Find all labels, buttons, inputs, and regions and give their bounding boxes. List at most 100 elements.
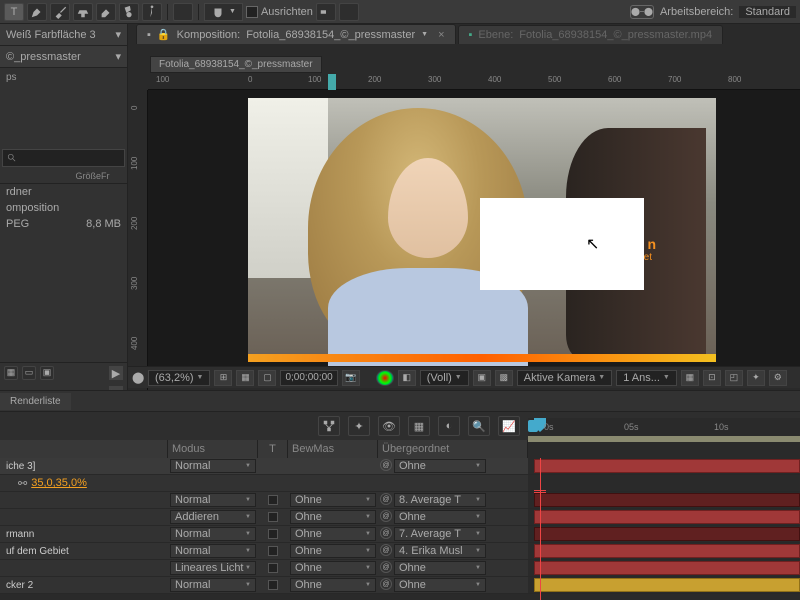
pickwhip-icon[interactable]: @ bbox=[380, 544, 392, 556]
comp-tab-inactive[interactable]: ▪ Ebene: Fotolia_68938154_©_pressmaster.… bbox=[458, 25, 724, 44]
preserve-transparency[interactable] bbox=[268, 563, 278, 573]
vf-btn-2[interactable]: ⊡ bbox=[703, 370, 721, 386]
align-checkbox[interactable] bbox=[246, 6, 258, 18]
eraser-tool[interactable] bbox=[96, 3, 116, 21]
mode-dropdown[interactable]: Normal▼ bbox=[170, 544, 256, 558]
mode-dropdown[interactable]: Normal▼ bbox=[170, 578, 256, 592]
pin-icon[interactable]: ▪ bbox=[147, 29, 151, 41]
pickwhip-icon[interactable]: @ bbox=[380, 578, 392, 590]
align-tool-2[interactable] bbox=[339, 3, 359, 21]
preserve-transparency[interactable] bbox=[268, 495, 278, 505]
vf-btn-3[interactable]: ◰ bbox=[725, 370, 743, 386]
channel-btn[interactable] bbox=[376, 370, 394, 386]
brainstorm-btn[interactable]: 🔍 bbox=[468, 416, 490, 436]
layer-bar[interactable] bbox=[534, 493, 800, 507]
new-comp-btn[interactable]: ▣ bbox=[40, 366, 54, 380]
comp-tab-active[interactable]: ▪ 🔒 Komposition: Fotolia_68938154_©_pres… bbox=[136, 24, 456, 44]
trkmat-dropdown[interactable]: Ohne▼ bbox=[290, 493, 376, 507]
vertical-ruler[interactable]: 0 100 200 300 400 bbox=[128, 90, 148, 390]
lock-icon[interactable]: 🔒 bbox=[157, 28, 171, 41]
col-trk[interactable]: BewMas bbox=[288, 440, 378, 458]
layer-bar[interactable] bbox=[534, 459, 800, 473]
layer-bar[interactable] bbox=[534, 578, 800, 592]
preserve-transparency[interactable] bbox=[268, 529, 278, 539]
align-tool-1[interactable] bbox=[316, 3, 336, 21]
workspace-value[interactable]: Standard bbox=[739, 6, 796, 18]
tab-dropdown[interactable]: ▼ bbox=[421, 31, 428, 38]
snapshot-btn[interactable]: 📷 bbox=[342, 370, 360, 386]
project-item[interactable]: PEG8,8 MB bbox=[0, 216, 127, 232]
puppet-tool[interactable] bbox=[142, 3, 162, 21]
preserve-transparency[interactable] bbox=[268, 546, 278, 556]
parent-dropdown[interactable]: Ohne▼ bbox=[394, 459, 486, 473]
scroll-right[interactable]: ▶ bbox=[109, 366, 123, 380]
layer-bar[interactable] bbox=[534, 544, 800, 558]
workarea-start[interactable] bbox=[528, 420, 538, 432]
camera-dropdown[interactable]: Aktive Kamera▼ bbox=[517, 370, 612, 386]
timeline-tracks[interactable] bbox=[528, 458, 800, 600]
shy-btn[interactable]: 👁 bbox=[378, 416, 400, 436]
trkmat-dropdown[interactable]: Ohne▼ bbox=[290, 544, 376, 558]
grid-btn-1[interactable]: ⊞ bbox=[214, 370, 232, 386]
project-item[interactable]: rdner bbox=[0, 184, 127, 200]
pickwhip-icon[interactable]: @ bbox=[380, 493, 392, 505]
playhead-line[interactable] bbox=[540, 458, 541, 600]
transparency-btn[interactable]: ▩ bbox=[495, 370, 513, 386]
zoom-dropdown[interactable]: (63,2%)▼ bbox=[148, 370, 210, 386]
layer-name[interactable]: rmann bbox=[0, 529, 168, 540]
mode-dropdown[interactable]: Lineares Licht▼ bbox=[170, 561, 256, 575]
motion-blur-btn[interactable]: ◐ bbox=[438, 416, 460, 436]
scale-value[interactable]: 35,0,35,0% bbox=[31, 477, 87, 489]
parent-dropdown[interactable]: Ohne▼ bbox=[394, 578, 486, 592]
color-mgmt-btn[interactable]: ◧ bbox=[398, 370, 416, 386]
layer-name[interactable]: cker 2 bbox=[0, 580, 168, 591]
parent-dropdown[interactable]: 7. Average T▼ bbox=[394, 527, 486, 541]
draft-3d-btn[interactable]: ✦ bbox=[348, 416, 370, 436]
panel-tab-2[interactable]: ©_pressmaster▾ bbox=[0, 46, 127, 68]
pen-tool[interactable] bbox=[27, 3, 47, 21]
parent-dropdown[interactable]: Ohne▼ bbox=[394, 510, 486, 524]
layer-bar[interactable] bbox=[534, 561, 800, 575]
col-mode[interactable]: Modus bbox=[168, 440, 258, 458]
brush-tool[interactable] bbox=[50, 3, 70, 21]
panel-tab-1[interactable]: Weiß Farbfläche 3▾ bbox=[0, 24, 127, 46]
grid-btn-2[interactable]: ▦ bbox=[236, 370, 254, 386]
layer-bar[interactable] bbox=[534, 510, 800, 524]
trkmat-dropdown[interactable]: Ohne▼ bbox=[290, 561, 376, 575]
graph-editor-btn[interactable]: 📈 bbox=[498, 416, 520, 436]
work-area-bar[interactable] bbox=[528, 436, 800, 442]
roto-tool[interactable] bbox=[119, 3, 139, 21]
chain-icon[interactable]: ⬤⎯⬤ bbox=[630, 5, 654, 19]
current-timecode[interactable]: 0;00;00;00 bbox=[280, 370, 337, 386]
local-axis[interactable] bbox=[173, 3, 193, 21]
sync-icon[interactable]: ⬤ bbox=[132, 371, 144, 384]
flowchart-tab[interactable]: Fotolia_68938154_©_pressmaster bbox=[150, 56, 322, 73]
text-tool[interactable]: T bbox=[4, 3, 24, 21]
mode-dropdown[interactable]: Normal▼ bbox=[170, 459, 256, 473]
mask-btn[interactable]: ▢ bbox=[258, 370, 276, 386]
views-dropdown[interactable]: 1 Ans...▼ bbox=[616, 370, 677, 386]
new-folder-btn[interactable]: ▭ bbox=[22, 366, 36, 380]
clone-tool[interactable] bbox=[73, 3, 93, 21]
trkmat-dropdown[interactable]: Ohne▼ bbox=[290, 527, 376, 541]
frame-blend-btn[interactable]: ▦ bbox=[408, 416, 430, 436]
white-solid-layer[interactable] bbox=[480, 198, 644, 290]
pickwhip-icon[interactable]: @ bbox=[380, 510, 392, 522]
snap-dropdown[interactable]: ▼ bbox=[204, 3, 243, 21]
trkmat-dropdown[interactable]: Ohne▼ bbox=[290, 578, 376, 592]
vf-btn-1[interactable]: ▦ bbox=[681, 370, 699, 386]
comp-mini-flow[interactable] bbox=[318, 416, 340, 436]
layer-name[interactable]: uf dem Gebiet bbox=[0, 546, 168, 557]
resolution-dropdown[interactable]: (Voll)▼ bbox=[420, 370, 469, 386]
close-tab[interactable]: × bbox=[438, 29, 444, 41]
render-tab[interactable]: Renderliste bbox=[0, 393, 71, 410]
trkmat-dropdown[interactable]: Ohne▼ bbox=[290, 510, 376, 524]
composition-canvas[interactable]: n et ↖ bbox=[248, 98, 716, 362]
pin-icon[interactable]: ▪ bbox=[469, 29, 473, 41]
preserve-transparency[interactable] bbox=[268, 512, 278, 522]
pickwhip-icon[interactable]: @ bbox=[380, 527, 392, 539]
layer-bar[interactable] bbox=[534, 527, 800, 541]
bits-btn[interactable]: ▦ bbox=[4, 366, 18, 380]
pickwhip-icon[interactable]: @ bbox=[380, 459, 392, 471]
link-icon[interactable]: ⚯ bbox=[18, 477, 27, 490]
